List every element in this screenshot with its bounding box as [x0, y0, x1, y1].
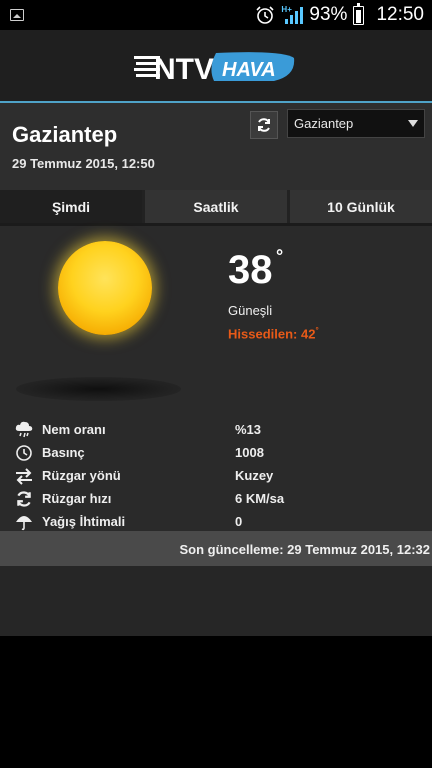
- degree-symbol: °: [276, 246, 284, 266]
- status-bar: H+ 93% 12:50: [0, 0, 432, 30]
- detail-value: Kuzey: [235, 468, 274, 483]
- tab-10-day[interactable]: 10 Günlük: [290, 190, 432, 223]
- refresh-icon: [14, 490, 34, 508]
- detail-label: Rüzgar yönü: [42, 468, 121, 483]
- sun-shadow: [16, 377, 181, 401]
- detail-pressure: Basınç 1008: [14, 441, 414, 464]
- forecast-tabs: Şimdi Saatlik 10 Günlük: [0, 190, 432, 223]
- bottom-area: [0, 636, 432, 768]
- ad-area: [0, 566, 432, 636]
- battery-percent: 93%: [309, 4, 348, 25]
- detail-label: Nem oranı: [42, 422, 106, 437]
- detail-wind-direction: Rüzgar yönü Kuzey: [14, 464, 414, 487]
- umbrella-icon: [14, 513, 34, 531]
- cloud-rain-icon: [14, 421, 34, 439]
- weather-condition: Güneşli: [228, 303, 273, 318]
- last-update-bar: Son güncelleme: 29 Temmuz 2015, 12:32: [0, 531, 432, 566]
- detail-value: 0: [235, 514, 243, 529]
- refresh-button[interactable]: [250, 111, 278, 139]
- last-update-text: Son güncelleme: 29 Temmuz 2015, 12:32: [179, 542, 430, 557]
- city-dropdown-value: Gaziantep: [294, 116, 354, 131]
- arrows-exchange-icon: [14, 467, 34, 485]
- date-time: 29 Temmuz 2015, 12:50: [12, 156, 155, 171]
- detail-label: Rüzgar hızı: [42, 491, 112, 506]
- weather-details: Nem oranı %13 Basınç 1008 Rüzgar yönü Ku…: [14, 418, 414, 533]
- temperature-value: 38: [228, 248, 273, 292]
- city-dropdown[interactable]: Gaziantep: [287, 109, 425, 138]
- detail-humidity: Nem oranı %13: [14, 418, 414, 441]
- ntv-hava-logo: NTV HAVA: [134, 52, 295, 84]
- detail-value: 6 KM/sa: [235, 491, 285, 506]
- dropdown-arrow-icon: [408, 120, 418, 127]
- tab-hourly[interactable]: Saatlik: [145, 190, 287, 223]
- sun-icon: [58, 241, 152, 335]
- tab-now[interactable]: Şimdi: [0, 190, 142, 223]
- clock-time: 12:50: [376, 4, 424, 25]
- detail-wind-speed: Rüzgar hızı 6 KM/sa: [14, 487, 414, 510]
- svg-text:NTV: NTV: [154, 53, 214, 84]
- refresh-icon: [258, 118, 270, 132]
- status-bar-right: H+ 93% 12:50: [255, 0, 424, 30]
- svg-text:HAVA: HAVA: [222, 59, 276, 81]
- alarm-icon: [256, 6, 274, 24]
- feels-like: Hissedilen: 42°: [228, 326, 319, 342]
- clock-icon: [14, 444, 34, 462]
- city-title: Gaziantep: [12, 122, 118, 147]
- detail-label: Basınç: [42, 445, 85, 460]
- detail-label: Yağış İhtimali: [42, 514, 126, 529]
- signal-icon: H+: [281, 5, 304, 25]
- gallery-notification-icon: [10, 9, 24, 21]
- detail-precipitation: Yağış İhtimali 0: [14, 510, 414, 533]
- detail-value: 1008: [235, 445, 264, 460]
- detail-value: %13: [235, 422, 262, 437]
- battery-icon: [353, 2, 365, 25]
